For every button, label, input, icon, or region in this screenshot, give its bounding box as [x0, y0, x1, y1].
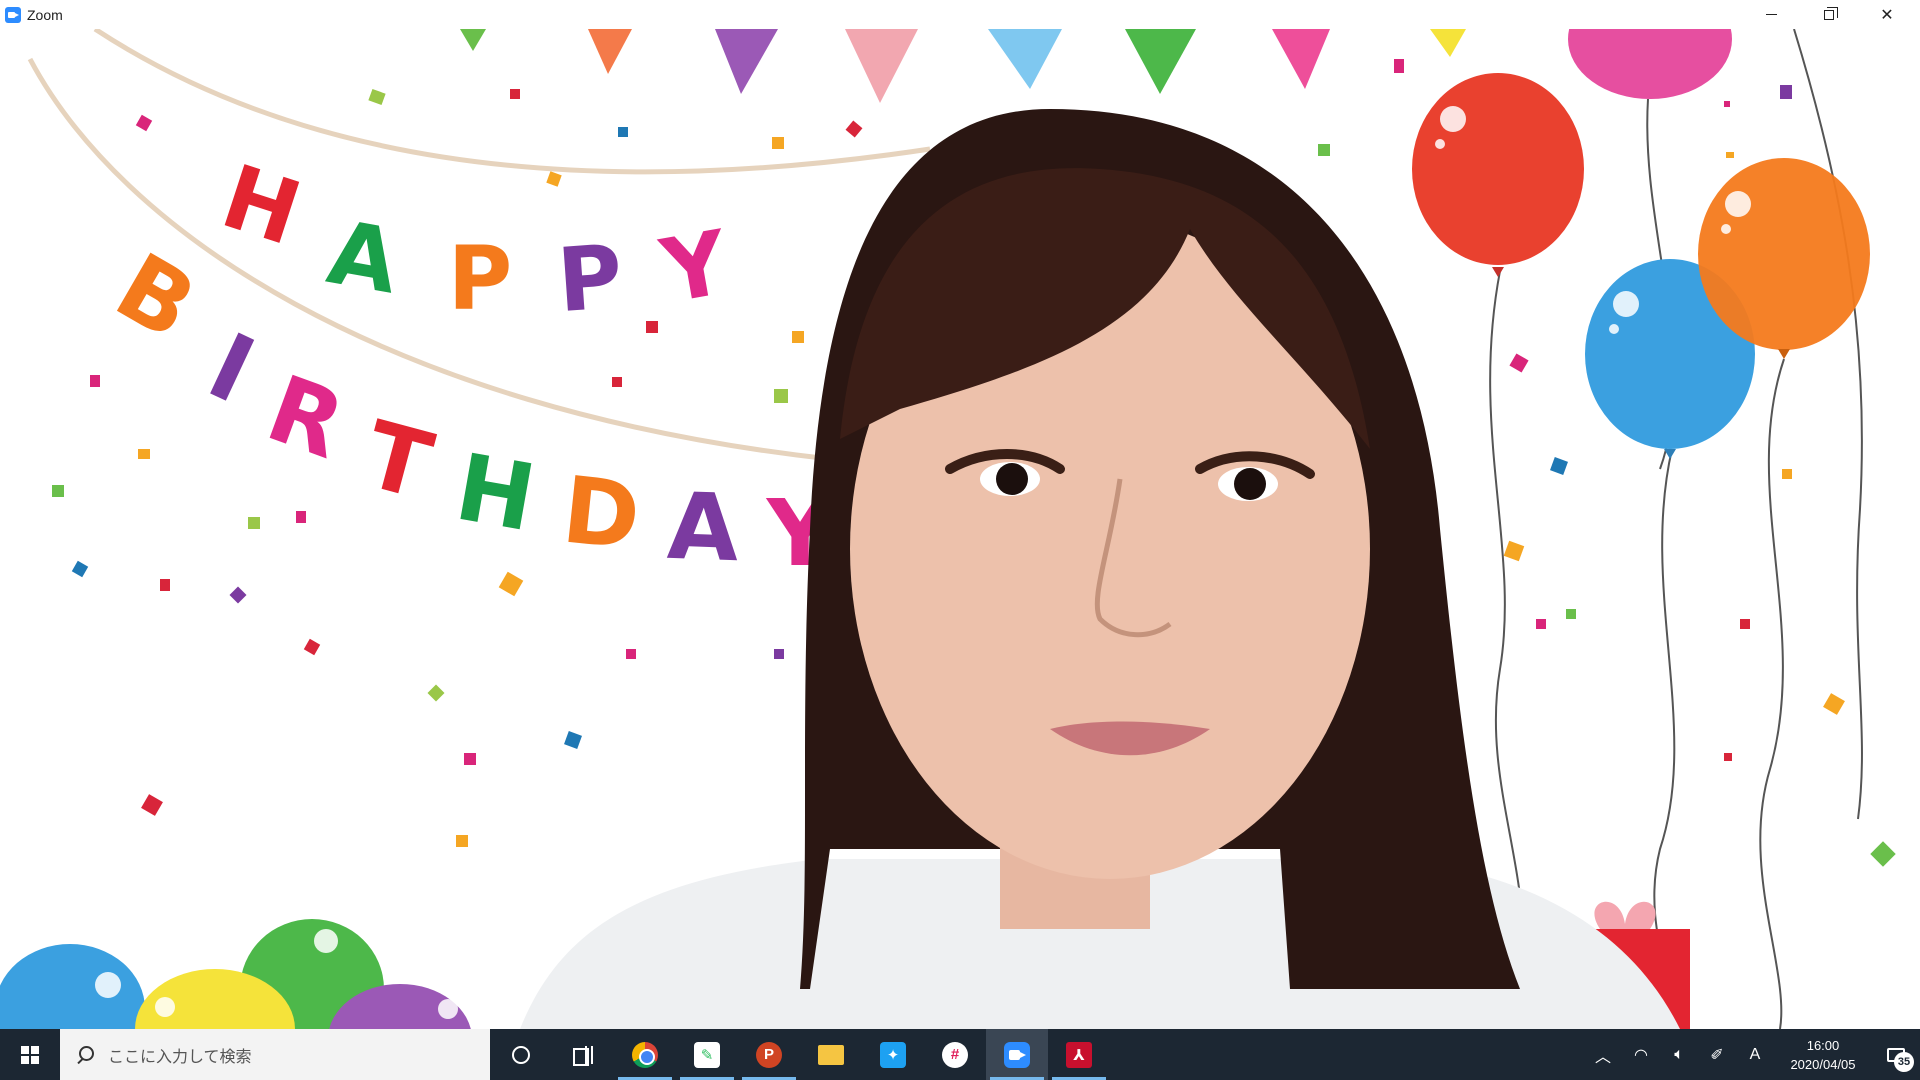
taskbar-app-chrome[interactable]: [614, 1029, 676, 1080]
start-button[interactable]: [0, 1029, 60, 1080]
taskbar-app-acrobat[interactable]: ⅄: [1048, 1029, 1110, 1080]
video-feed[interactable]: HAPPY BIRTHDAY: [0, 29, 1920, 1029]
birthday-letter: T: [354, 401, 443, 521]
minimize-button[interactable]: [1742, 0, 1800, 29]
task-view-button[interactable]: [552, 1029, 614, 1080]
virtual-background: HAPPY BIRT H D A Y: [0, 29, 1896, 1029]
happy-letter: P: [554, 225, 626, 332]
taskbar-app-file-explorer[interactable]: [800, 1029, 862, 1080]
zoom-app-icon: [5, 6, 21, 23]
cortana-button[interactable]: [490, 1029, 552, 1080]
slack-icon: #: [942, 1041, 968, 1068]
birthday-letter: B: [99, 233, 213, 361]
evernote-icon: ✎: [694, 1041, 720, 1068]
ime-indicator[interactable]: A: [1736, 1029, 1774, 1080]
ime-mode-label: A: [1749, 1045, 1761, 1063]
network-button[interactable]: ◠: [1622, 1029, 1660, 1080]
wifi-icon: ◠: [1634, 1046, 1648, 1064]
search-icon: [76, 1045, 94, 1064]
restore-button[interactable]: [1800, 0, 1858, 29]
speaker-icon: 🔈︎: [1674, 1045, 1684, 1063]
close-button[interactable]: ✕: [1858, 0, 1916, 29]
minimize-icon: [1765, 14, 1777, 15]
chrome-icon: [632, 1041, 658, 1068]
file-explorer-icon: [818, 1044, 844, 1065]
zoom-icon: [1004, 1041, 1030, 1068]
birthday-letter: I: [193, 313, 269, 424]
balloons-bottom-left: [0, 919, 471, 1029]
windows-taskbar: ここに入力して検索 ✎ P ✦ # ⅄ ︿ ◠ 🔈︎ ✐ A 16:00 202…: [0, 1029, 1920, 1080]
taskbar-clock[interactable]: 16:00 2020/04/05: [1774, 1036, 1872, 1074]
system-tray: ︿ ◠ 🔈︎ ✐ A 16:00 2020/04/05 35: [1584, 1029, 1920, 1080]
windows-logo-icon: [21, 1045, 39, 1064]
show-hidden-icons-button[interactable]: ︿: [1584, 1029, 1622, 1080]
chevron-up-icon: ︿: [1594, 1048, 1611, 1066]
birthday-letter: D: [558, 456, 645, 570]
volume-button[interactable]: 🔈︎: [1660, 1029, 1698, 1080]
notification-count-badge: 35: [1894, 1052, 1914, 1072]
birthday-letter: R: [254, 355, 357, 480]
task-view-icon: [573, 1045, 593, 1066]
taskbar-app-twitter[interactable]: ✦: [862, 1029, 924, 1080]
taskbar-app-zoom[interactable]: [986, 1029, 1048, 1080]
happy-letter: H: [210, 145, 312, 266]
window-title-bar: Zoom ✕: [0, 0, 1920, 29]
restore-icon: [1824, 6, 1838, 20]
pen-workspace-button[interactable]: ✐: [1698, 1029, 1736, 1080]
powerpoint-icon: P: [756, 1041, 782, 1068]
pen-icon: ✐: [1710, 1046, 1724, 1064]
window-title: Zoom: [27, 6, 63, 23]
taskbar-app-evernote[interactable]: ✎: [676, 1029, 738, 1080]
happy-letter: P: [448, 227, 513, 330]
happy-letter: A: [321, 200, 406, 313]
action-center-button[interactable]: 35: [1872, 1029, 1920, 1080]
acrobat-icon: ⅄: [1066, 1041, 1092, 1068]
close-icon: ✕: [1880, 6, 1894, 24]
clock-date: 2020/04/05: [1790, 1056, 1856, 1072]
birthday-letter: A: [666, 473, 741, 582]
happy-letter: Y: [653, 210, 736, 323]
taskbar-app-slack[interactable]: #: [924, 1029, 986, 1080]
clock-time: 16:00: [1806, 1037, 1840, 1053]
taskbar-app-powerpoint[interactable]: P: [738, 1029, 800, 1080]
search-placeholder: ここに入力して検索: [108, 1048, 252, 1066]
cortana-icon: [512, 1045, 530, 1064]
taskbar-search-box[interactable]: ここに入力して検索: [60, 1029, 490, 1080]
twitter-icon: ✦: [880, 1041, 906, 1068]
birthday-letter: H: [448, 434, 542, 553]
pennant-flags: [460, 29, 1466, 103]
